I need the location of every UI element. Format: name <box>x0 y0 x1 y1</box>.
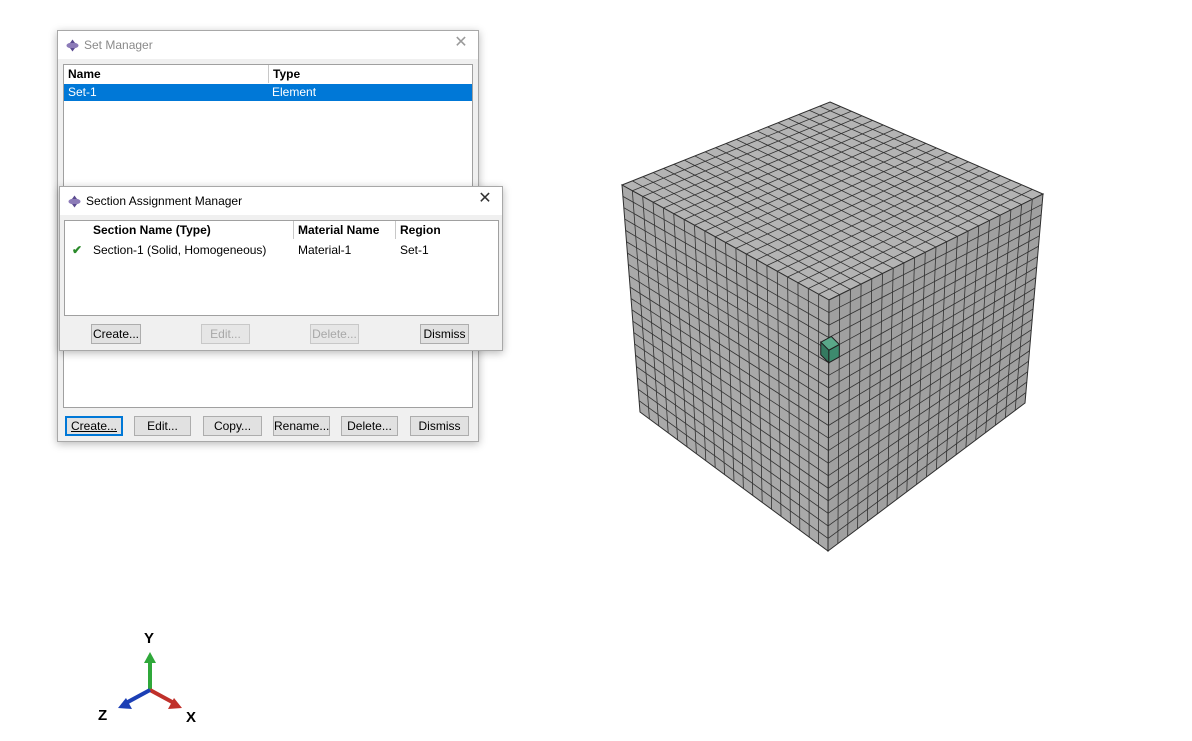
set-name-cell: Set-1 <box>68 85 97 99</box>
column-header-region[interactable]: Region <box>395 221 498 239</box>
set-type-cell: Element <box>272 85 317 99</box>
create-button[interactable]: Create... <box>91 324 141 344</box>
close-icon[interactable]: ✕ <box>476 190 494 208</box>
y-axis-arrow-icon <box>144 652 156 663</box>
y-axis-label: Y <box>144 630 154 647</box>
table-row[interactable]: ✔ Section-1 (Solid, Homogeneous) Materia… <box>65 242 498 259</box>
dismiss-button[interactable]: Dismiss <box>420 324 469 344</box>
column-header-type[interactable]: Type <box>268 65 472 83</box>
z-axis-label: Z <box>98 707 107 724</box>
copy-button[interactable]: Copy... <box>203 416 262 436</box>
column-header-section-name[interactable]: Section Name (Type) <box>89 221 293 239</box>
delete-button[interactable]: Delete... <box>341 416 398 436</box>
rename-button[interactable]: Rename... <box>273 416 330 436</box>
table-row[interactable]: Set-1 Element <box>64 84 472 101</box>
dismiss-button[interactable]: Dismiss <box>410 416 469 436</box>
delete-button[interactable]: Delete... <box>310 324 359 344</box>
close-icon[interactable]: ✕ <box>452 34 470 52</box>
set-manager-title: Set Manager <box>84 38 153 52</box>
edit-button[interactable]: Edit... <box>201 324 250 344</box>
region-cell: Set-1 <box>400 243 429 257</box>
section-assignment-manager-titlebar[interactable]: Section Assignment Manager ✕ <box>60 187 502 215</box>
section-name-cell: Section-1 (Solid, Homogeneous) <box>93 243 267 257</box>
x-axis-label: X <box>186 709 196 726</box>
axis-triad: Y X Z <box>98 630 196 726</box>
material-name-cell: Material-1 <box>298 243 352 257</box>
create-button[interactable]: Create... <box>65 416 123 436</box>
column-header-material-name[interactable]: Material Name <box>293 221 395 239</box>
z-axis-line <box>125 688 151 705</box>
abaqus-logo-icon <box>68 195 81 208</box>
section-assignment-manager-dialog: Section Assignment Manager ✕ Section Nam… <box>59 186 503 351</box>
meshed-cube[interactable] <box>600 90 1060 560</box>
check-icon: ✔ <box>72 243 83 257</box>
column-header-name[interactable]: Name <box>64 65 268 83</box>
section-assignment-list[interactable]: Section Name (Type) Material Name Region… <box>64 220 499 316</box>
set-manager-titlebar[interactable]: Set Manager ✕ <box>58 31 478 59</box>
abaqus-logo-icon <box>66 39 79 52</box>
x-axis-line <box>149 688 175 705</box>
section-assignment-manager-title: Section Assignment Manager <box>86 194 243 208</box>
edit-button[interactable]: Edit... <box>134 416 191 436</box>
